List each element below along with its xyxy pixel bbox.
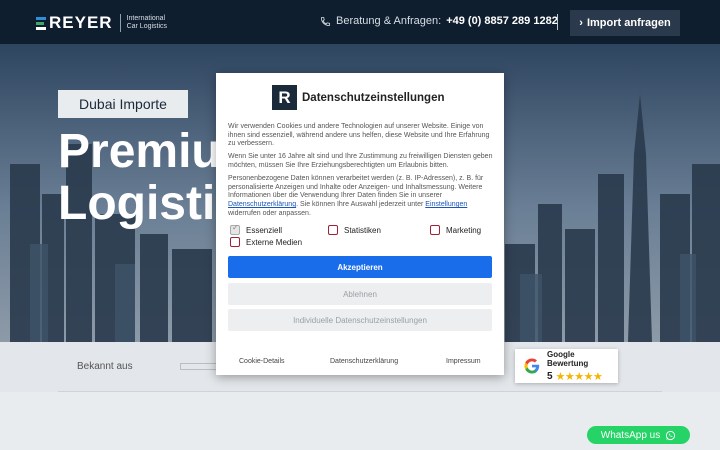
logo-wordmark: REYER — [49, 13, 113, 32]
logo-mark-icon — [36, 16, 46, 30]
option-external-media[interactable]: Externe Medien — [230, 237, 302, 247]
header-separator — [557, 14, 558, 30]
privacy-policy-footer-link[interactable]: Datenschutzerklärung — [330, 358, 398, 365]
modal-p3-text1: Personenbezogene Daten können verarbeite… — [228, 175, 484, 200]
external-media-label: Externe Medien — [246, 237, 303, 247]
modal-paragraph-2: Wenn Sie unter 16 Jahre alt sind und Ihr… — [228, 153, 493, 169]
option-marketing[interactable]: Marketing — [430, 225, 481, 235]
chevron-right-icon: › — [579, 17, 583, 29]
whatsapp-icon — [666, 430, 676, 440]
import-request-label: Import anfragen — [586, 17, 671, 29]
section-divider — [58, 391, 662, 392]
google-rating-text: Google Bewertung 5 ★★★★★ — [547, 350, 618, 383]
settings-link[interactable]: Einstellungen — [425, 201, 467, 208]
modal-paragraph-1: Wir verwenden Cookies und andere Technol… — [228, 123, 490, 148]
imprint-link[interactable]: Impressum — [446, 358, 481, 365]
contact-info: Beratung & Anfragen: +49 (0) 8857 289 12… — [320, 15, 558, 27]
modal-header: R Datenschutzeinstellungen — [272, 85, 445, 110]
essential-checkbox — [230, 223, 240, 235]
contact-label: Beratung & Anfragen: — [336, 15, 442, 27]
modal-p3-text3: widerrufen oder anpassen. — [228, 209, 311, 217]
star-rating-icon: ★★★★★ — [555, 370, 603, 383]
whatsapp-button[interactable]: WhatsApp us — [587, 426, 690, 444]
google-rating-row: 5 ★★★★★ — [547, 370, 618, 383]
modal-title: Datenschutzeinstellungen — [302, 91, 445, 104]
individual-settings-button[interactable]: Individuelle Datenschutzeinstellungen — [228, 309, 492, 331]
whatsapp-label: WhatsApp us — [600, 429, 661, 441]
logo-divider — [119, 14, 121, 32]
marketing-checkbox[interactable] — [430, 225, 440, 235]
privacy-policy-link[interactable]: Datenschutzerklärung — [228, 201, 296, 208]
google-rating-badge[interactable]: Google Bewertung 5 ★★★★★ — [515, 349, 618, 383]
statistics-label: Statistiken — [344, 225, 381, 235]
logo-tagline: International Car Logistics — [127, 15, 167, 31]
logo-tagline-line2: Car Logistics — [126, 23, 168, 30]
modal-logo-icon: R — [272, 85, 297, 110]
site-header: REYER International Car Logistics Beratu… — [0, 0, 720, 44]
option-statistics[interactable]: Statistiken — [328, 225, 381, 235]
decline-button[interactable]: Ablehnen — [228, 283, 492, 305]
privacy-settings-modal: R Datenschutzeinstellungen Wir verwenden… — [216, 73, 504, 375]
google-rating-score: 5 — [546, 370, 553, 382]
marketing-label: Marketing — [446, 225, 482, 235]
known-from-label: Bekannt aus — [77, 361, 133, 372]
import-request-button[interactable]: › Import anfragen — [570, 10, 680, 36]
statistics-checkbox[interactable] — [328, 225, 338, 235]
essential-label: Essenziell — [246, 225, 283, 235]
phone-icon — [320, 16, 331, 26]
hero-tag: Dubai Importe — [58, 90, 188, 118]
logo-tagline-line1: International — [126, 15, 166, 22]
accept-button[interactable]: Akzeptieren — [228, 256, 492, 278]
google-rating-title: Google Bewertung — [546, 349, 589, 368]
reyer-logo[interactable]: REYER International Car Logistics — [36, 13, 167, 33]
press-logo — [180, 363, 220, 370]
modal-paragraph-3: Personenbezogene Daten können verarbeite… — [228, 175, 494, 219]
google-g-icon — [524, 358, 540, 374]
option-essential: Essenziell — [230, 223, 283, 235]
external-media-checkbox[interactable] — [230, 237, 240, 247]
contact-phone-link[interactable]: +49 (0) 8857 289 1282 — [446, 15, 558, 27]
cookie-details-link[interactable]: Cookie-Details — [239, 358, 285, 365]
modal-p3-text2: . Sie können Ihre Auswahl jederzeit unte… — [296, 201, 426, 209]
